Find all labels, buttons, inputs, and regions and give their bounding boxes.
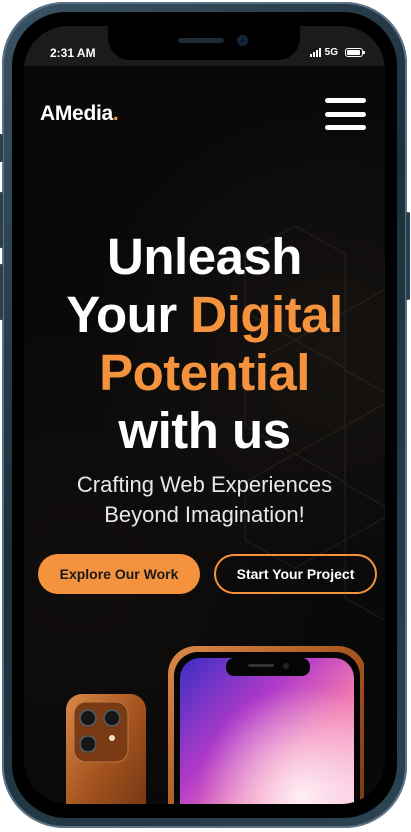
hamburger-menu-icon[interactable] bbox=[325, 98, 366, 130]
explore-our-work-button[interactable]: Explore Our Work bbox=[38, 554, 200, 594]
phone-bezel: 2:31 AM 5G AMedia. Unleash Your Digital … bbox=[12, 12, 397, 818]
hero-headline: Unleash Your Digital Potential with us bbox=[24, 228, 385, 460]
headline-line-4: with us bbox=[118, 402, 291, 459]
headline-line-2-accent: Digital bbox=[190, 286, 343, 343]
screen: 2:31 AM 5G AMedia. Unleash Your Digital … bbox=[24, 26, 385, 804]
brand-logo[interactable]: AMedia. bbox=[40, 102, 119, 126]
signal-icon bbox=[309, 48, 321, 57]
speaker-grille bbox=[178, 38, 224, 43]
power-button bbox=[406, 212, 410, 300]
start-your-project-button[interactable]: Start Your Project bbox=[214, 554, 377, 594]
brand-name: AMedia bbox=[40, 102, 113, 125]
mute-switch bbox=[0, 134, 3, 162]
brand-dot: . bbox=[112, 102, 119, 125]
phone-frame: 2:31 AM 5G AMedia. Unleash Your Digital … bbox=[0, 2, 410, 828]
network-label: 5G bbox=[324, 47, 338, 58]
headline-line-3-accent: Potential bbox=[99, 344, 310, 401]
front-camera-icon bbox=[237, 35, 248, 46]
status-indicators: 5G bbox=[309, 47, 365, 58]
volume-down-button bbox=[0, 264, 3, 320]
headline-line-2-plain: Your bbox=[66, 286, 191, 343]
smartphones-illustration bbox=[66, 646, 364, 804]
subtitle-line-2: Beyond Imagination! bbox=[104, 502, 305, 527]
headline-line-1: Unleash bbox=[107, 228, 302, 285]
status-time: 2:31 AM bbox=[50, 46, 96, 60]
notch bbox=[108, 26, 300, 60]
subtitle-line-1: Crafting Web Experiences bbox=[76, 472, 333, 497]
hero-subtitle: Crafting Web Experiences Beyond Imaginat… bbox=[24, 470, 385, 530]
battery-icon bbox=[345, 48, 365, 57]
volume-up-button bbox=[0, 192, 3, 248]
